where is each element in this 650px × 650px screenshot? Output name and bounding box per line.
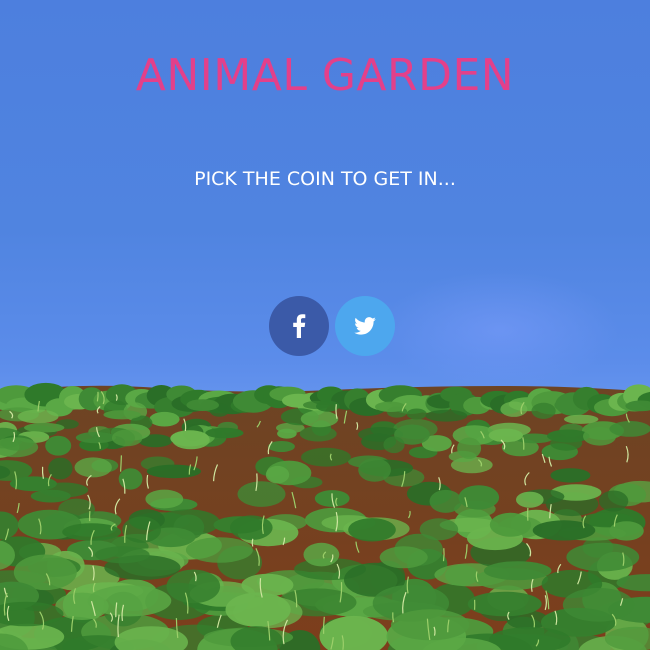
grass-tuft <box>45 435 72 456</box>
grass-field <box>0 382 650 650</box>
grass-tuft <box>489 512 532 537</box>
grass-tuft <box>186 399 219 411</box>
grass-tuft <box>17 409 59 424</box>
grass-tuft <box>170 430 210 447</box>
grass-tuft <box>75 432 116 444</box>
grass-tuft <box>609 421 650 437</box>
grass-tuft <box>379 546 428 569</box>
grass-tuft <box>225 592 291 627</box>
grass-tuft <box>24 422 65 433</box>
grass-tuft <box>95 546 150 564</box>
grass-tuft <box>532 520 596 541</box>
grass-tuft <box>103 410 141 420</box>
grass-tuft <box>425 409 468 422</box>
grass-tuft <box>406 408 427 420</box>
grass-tuft <box>118 468 143 490</box>
grass-tuft <box>457 437 482 459</box>
grass-tuft <box>300 410 339 428</box>
grass-tuft <box>241 573 294 597</box>
grass-tuft <box>146 464 201 479</box>
grass-tuft <box>429 489 462 513</box>
grass-tuft <box>230 515 273 540</box>
grass-tuft <box>74 457 112 478</box>
grass-tuft <box>531 402 556 419</box>
grass-tuft <box>375 401 406 412</box>
grass-tuft <box>87 585 172 617</box>
page-subtitle: PICK THE COIN TO GET IN... <box>194 168 456 190</box>
grass-tuft <box>149 411 180 427</box>
facebook-button[interactable] <box>269 296 329 356</box>
grass-blade <box>96 391 99 402</box>
facebook-icon <box>293 314 306 338</box>
grass-blade <box>251 538 254 547</box>
page-title: ANIMAL GARDEN <box>135 50 515 101</box>
grass-tuft <box>30 489 71 503</box>
grass-tuft <box>598 490 629 512</box>
twitter-icon <box>354 317 376 335</box>
grass-tuft <box>419 518 459 541</box>
grass-tuft <box>488 428 523 443</box>
grass-tuft <box>562 587 635 622</box>
grass-tuft <box>277 428 297 439</box>
grass-tuft <box>111 429 143 447</box>
grass-tuft <box>48 457 73 480</box>
grass-tuft <box>299 426 337 442</box>
grass-tuft <box>268 441 295 452</box>
grass-tuft <box>358 458 391 482</box>
grass-tuft <box>516 491 544 508</box>
social-links <box>269 296 399 360</box>
sky-haze <box>380 270 620 390</box>
grass-blade <box>120 455 122 472</box>
grass-tuft <box>301 447 351 467</box>
grass-tuft <box>391 609 470 641</box>
grass-tuft <box>185 537 253 563</box>
grass-tuft <box>467 591 542 617</box>
grass-tuft <box>205 427 244 439</box>
twitter-button[interactable] <box>335 296 395 356</box>
grass-tuft <box>550 468 591 483</box>
grass-tuft <box>303 542 340 567</box>
grass-tuft <box>122 516 161 543</box>
grass-tuft <box>564 414 599 424</box>
grass-tuft <box>265 465 290 484</box>
grass-tuft <box>483 561 552 581</box>
grass-tuft <box>166 569 221 604</box>
grass-tuft <box>237 481 286 507</box>
grass-tuft <box>383 436 405 454</box>
grass-tuft <box>145 489 184 509</box>
grass-tuft <box>566 542 640 572</box>
grass-tuft <box>348 518 396 542</box>
grass-blade <box>442 548 445 562</box>
